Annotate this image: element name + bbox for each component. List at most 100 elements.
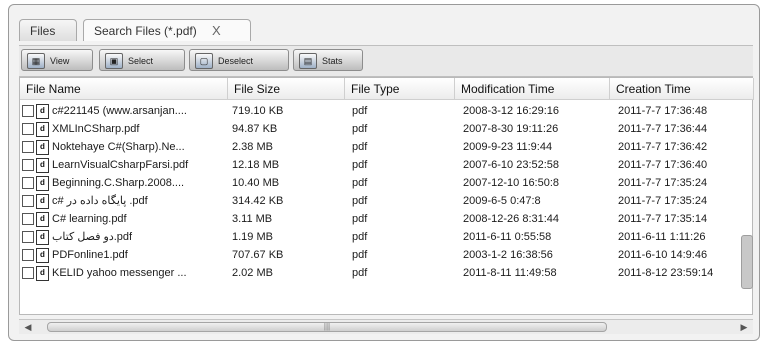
column-header-modification-time[interactable]: Modification Time [455,78,610,100]
table-row[interactable]: d PDFonline1.pdf 707.67 KB pdf 2003-1-2 … [20,246,752,264]
file-size: 12.18 MB [232,159,280,171]
table-row[interactable]: d دو فصل کتاب.pdf 1.19 MB pdf 2011-6-11 … [20,228,752,246]
modification-time: 2008-12-26 8:31:44 [463,213,560,225]
file-type: pdf [352,105,368,117]
stats-button-label: Stats [322,56,343,66]
row-checkbox[interactable] [22,195,34,207]
file-name: دو فصل کتاب.pdf [52,231,133,243]
row-checkbox[interactable] [22,141,34,153]
tab-search-files[interactable]: Search Files (*.pdf) X [83,19,251,41]
scroll-right-icon[interactable]: ▶ [737,320,751,334]
modification-time: 2007-6-10 23:52:58 [463,159,560,171]
file-size: 719.10 KB [232,105,284,117]
column-header-row: File Name File Size File Type Modificati… [20,78,754,100]
row-checkbox[interactable] [22,159,34,171]
deselect-icon: ▢ [195,53,213,69]
file-type: pdf [352,195,368,207]
horizontal-scrollbar[interactable]: ◀ ||| ▶ [19,319,753,334]
pdf-file-icon: d [36,158,49,173]
file-name: LearnVisualCsharpFarsi.pdf [52,159,189,171]
pdf-file-icon: d [36,248,49,263]
file-list: File Name File Size File Type Modificati… [19,77,754,315]
column-header-file-name[interactable]: File Name [20,78,228,100]
row-checkbox[interactable] [22,213,34,225]
deselect-button-label: Deselect [218,56,254,66]
modification-time: 2003-1-2 16:38:56 [463,249,553,261]
table-row[interactable]: d Noktehaye C#(Sharp).Ne... 2.38 MB pdf … [20,138,752,156]
modification-time: 2011-8-11 11:49:58 [463,267,557,279]
file-size: 2.02 MB [232,267,273,279]
creation-time: 2011-7-7 17:35:14 [618,213,708,225]
pdf-file-icon: d [36,176,49,191]
horizontal-scroll-thumb[interactable]: ||| [47,322,607,332]
table-row[interactable]: d C# learning.pdf 3.11 MB pdf 2008-12-26… [20,210,752,228]
file-type: pdf [352,213,368,225]
creation-time: 2011-7-7 17:36:40 [618,159,708,171]
column-header-file-size[interactable]: File Size [228,78,345,100]
file-size: 94.87 KB [232,123,278,135]
vertical-scroll-thumb[interactable] [741,235,753,289]
modification-time: 2008-3-12 16:29:16 [463,105,560,117]
file-type: pdf [352,231,368,243]
vertical-scrollbar[interactable] [741,77,753,315]
tab-search-files-label: Search Files (*.pdf) [94,24,197,38]
row-checkbox[interactable] [22,123,34,135]
creation-time: 2011-6-11 1:11:26 [618,231,706,243]
pdf-file-icon: d [36,140,49,155]
creation-time: 2011-7-7 17:36:44 [618,123,708,135]
tab-bar: Files Search Files (*.pdf) X [19,19,739,43]
modification-time: 2007-12-10 16:50:8 [463,177,560,189]
row-checkbox[interactable] [22,231,34,243]
modification-time: 2011-6-11 0:55:58 [463,231,552,243]
table-row[interactable]: d XMLInCSharp.pdf 94.87 KB pdf 2007-8-30… [20,120,752,138]
column-header-file-type[interactable]: File Type [345,78,455,100]
grid-view-icon: ▦ [27,53,45,69]
stats-icon: ▤ [299,53,317,69]
tab-files[interactable]: Files [19,19,77,41]
row-checkbox[interactable] [22,177,34,189]
table-row[interactable]: d Beginning.C.Sharp.2008.... 10.40 MB pd… [20,174,752,192]
file-type: pdf [352,141,368,153]
file-name: XMLInCSharp.pdf [52,123,140,135]
file-type: pdf [352,267,368,279]
table-row[interactable]: d KELID yahoo messenger ... 2.02 MB pdf … [20,264,752,282]
row-checkbox[interactable] [22,249,34,261]
pdf-file-icon: d [36,122,49,137]
file-name: Noktehaye C#(Sharp).Ne... [52,141,185,153]
table-row[interactable]: d c#221145 (www.arsanjan.... 719.10 KB p… [20,102,752,120]
select-icon: ▣ [105,53,123,69]
row-checkbox[interactable] [22,267,34,279]
file-name: c#221145 (www.arsanjan.... [52,105,187,117]
tab-files-label: Files [30,24,56,38]
file-size: 2.38 MB [232,141,273,153]
row-checkbox[interactable] [22,105,34,117]
pdf-file-icon: d [36,266,49,281]
scroll-left-icon[interactable]: ◀ [21,320,35,334]
file-name: C# learning.pdf [52,213,127,225]
file-name: KELID yahoo messenger ... [52,267,187,279]
file-name: PDFonline1.pdf [52,249,128,261]
close-icon[interactable]: X [212,23,221,38]
select-button-label: Select [128,56,154,66]
pdf-file-icon: d [36,194,49,209]
toolbar: ▦ View ▣ Select ▢ Deselect ▤ Stats [19,45,753,77]
creation-time: 2011-6-10 14:9:46 [618,249,708,261]
file-name: c# پایگاه داده در .pdf [52,195,148,207]
deselect-button[interactable]: ▢ Deselect [189,49,289,71]
file-name: Beginning.C.Sharp.2008.... [52,177,185,189]
stats-button[interactable]: ▤ Stats [293,49,363,71]
creation-time: 2011-7-7 17:36:48 [618,105,708,117]
modification-time: 2009-9-23 11:9:44 [463,141,553,153]
search-results-window: Files Search Files (*.pdf) X ▦ View ▣ Se… [8,4,760,341]
creation-time: 2011-7-7 17:35:24 [618,177,708,189]
view-button[interactable]: ▦ View [21,49,93,71]
file-size: 314.42 KB [232,195,284,207]
view-button-label: View [50,56,70,66]
table-row[interactable]: d LearnVisualCsharpFarsi.pdf 12.18 MB pd… [20,156,752,174]
creation-time: 2011-7-7 17:35:24 [618,195,708,207]
file-type: pdf [352,123,368,135]
select-button[interactable]: ▣ Select [99,49,185,71]
table-row[interactable]: d c# پایگاه داده در .pdf 314.42 KB pdf 2… [20,192,752,210]
file-size: 3.11 MB [232,213,273,225]
column-header-creation-time[interactable]: Creation Time [610,78,754,100]
